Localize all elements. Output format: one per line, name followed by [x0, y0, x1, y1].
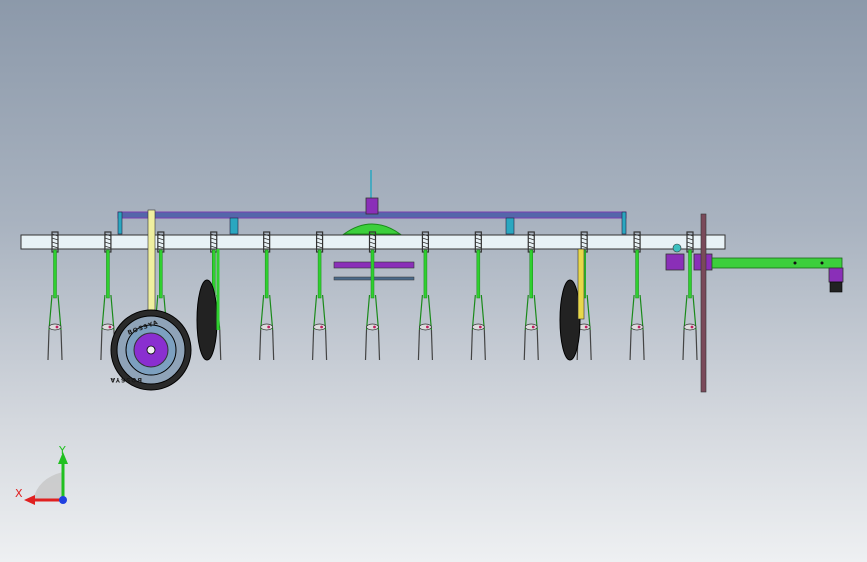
disc-right-body: [559, 279, 581, 361]
tine-shank: [370, 249, 375, 299]
tine-shank: [423, 249, 428, 299]
marker-post: [700, 213, 707, 393]
tine-assembly: [470, 231, 486, 361]
tine-clamp-ring: [419, 323, 432, 331]
subframe-post-right: [621, 211, 627, 235]
tine-assembly: [311, 231, 328, 361]
tire-label-bottom: BOSSYA: [110, 376, 142, 383]
tine-tip-right: [536, 329, 539, 361]
drawbar-hole-1: [793, 261, 797, 265]
tine-tip-right: [219, 329, 222, 361]
tine-assembly: [364, 231, 381, 361]
center-mast: [342, 170, 402, 235]
disc-coulter-right: [559, 248, 585, 361]
tine-tip-right: [377, 329, 381, 361]
tine-tip-right: [430, 329, 434, 361]
tine-tip-left: [629, 329, 632, 361]
tine-assembly: [417, 231, 434, 361]
tine-clamp-ring: [683, 323, 697, 331]
tine-tip-right: [695, 329, 698, 361]
clevis-jaw: [829, 281, 843, 293]
disc-left-body: [196, 279, 218, 361]
drawbar-hole-2: [820, 261, 824, 265]
tine-tip-left: [523, 329, 526, 361]
tine-shank: [106, 249, 110, 299]
triad-plane-wedge: [33, 472, 63, 500]
tine-assembly: [259, 231, 275, 361]
yellow-strut: [577, 248, 585, 320]
subframe-post-3: [505, 217, 515, 235]
tine-shank: [529, 249, 533, 299]
tine-tip-left: [311, 329, 315, 361]
tine-assembly: [523, 231, 539, 361]
tine-tip-right: [272, 329, 275, 361]
hitch-bracket-left: [665, 253, 685, 271]
mast-block: [365, 197, 379, 215]
hitch-pin-teal: [672, 243, 682, 253]
tine-assembly: [629, 231, 645, 361]
tine-clamp-ring: [524, 323, 538, 331]
triad-z-axis: [59, 496, 67, 504]
tine-tip-left: [100, 329, 103, 361]
hub-cap: [146, 345, 156, 355]
cultivator-model-side-view[interactable]: BOSSYA BOSSYA Y X: [0, 0, 867, 562]
triad-y-label: Y: [58, 444, 66, 457]
cad-viewport[interactable]: BOSSYA BOSSYA Y X: [0, 0, 867, 562]
tine-shank: [53, 249, 57, 299]
tine-tip-right: [483, 329, 486, 361]
tine-tip-left: [47, 329, 50, 361]
tine-tip-right: [642, 329, 645, 361]
tine-clamp-ring: [366, 323, 379, 331]
tine-shank: [635, 249, 639, 299]
tine-shank: [264, 249, 269, 299]
tine-shank: [159, 249, 163, 299]
tine-assembly: [47, 231, 63, 361]
subframe-post-2: [229, 217, 239, 235]
tine-tip-left: [259, 329, 262, 361]
tine-shank: [476, 249, 481, 299]
tine-tip-left: [417, 329, 421, 361]
gauge-wheel-arm: [147, 209, 156, 321]
tine-clamp-ring: [630, 323, 644, 331]
tine-clamp-ring: [101, 323, 115, 331]
tine-clamp-ring: [313, 323, 326, 331]
tine-clamp-ring: [471, 323, 485, 331]
hitch-clevis: [828, 267, 844, 283]
coordinate-triad: Y X: [15, 444, 68, 505]
triad-x-label: X: [15, 487, 23, 500]
tine-shank: [317, 249, 322, 299]
tine-tip-right: [324, 329, 328, 361]
tine-assembly: [682, 231, 698, 361]
tine-tip-left: [682, 329, 685, 361]
tine-tip-right: [60, 329, 63, 361]
tine-tip-left: [364, 329, 368, 361]
tine-clamp-ring: [48, 323, 62, 331]
tine-shank: [688, 249, 692, 299]
tine-clamp-ring: [260, 323, 274, 331]
tine-tip-right: [589, 329, 592, 361]
subframe-post-left: [117, 211, 123, 235]
tine-tip-left: [470, 329, 473, 361]
